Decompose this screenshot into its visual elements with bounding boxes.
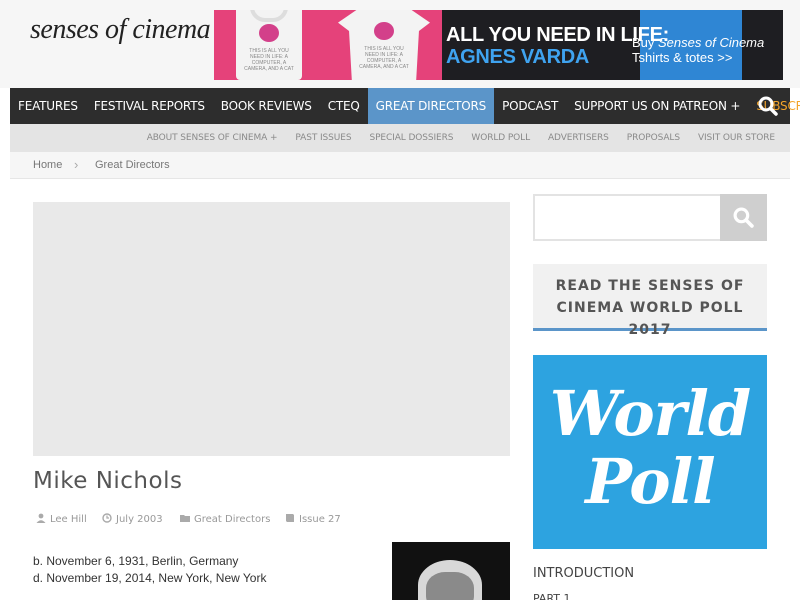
user-icon <box>36 513 46 523</box>
subnav-item-past-issues[interactable]: PAST ISSUES <box>286 124 360 152</box>
shirt-print-text: THIS IS ALL YOU NEED IN LIFE: A COMPUTER… <box>359 46 409 70</box>
subnav-item-proposals[interactable]: PROPOSALS <box>618 124 689 152</box>
world-poll-word1: World <box>549 377 752 450</box>
subnav-item-special-dossiers[interactable]: SPECIAL DOSSIERS <box>360 124 462 152</box>
banner-buy-line2: Tshirts & totes >> <box>632 50 733 65</box>
breadcrumb: Home › Great Directors <box>10 152 790 179</box>
search-icon <box>733 207 754 228</box>
banner-buy-cta[interactable]: Buy Senses of Cinema Tshirts & totes >> <box>632 35 764 65</box>
tote-print-text: THIS IS ALL YOU NEED IN LIFE: A COMPUTER… <box>244 48 294 72</box>
subnav-item-advertisers[interactable]: ADVERTISERS <box>539 124 618 152</box>
nav-item-festival-reports[interactable]: FESTIVAL REPORTS <box>86 88 213 124</box>
banner-buy-prefix: Buy <box>632 35 659 50</box>
clock-icon <box>102 513 112 523</box>
promo-line1: READ THE SENSES OF <box>555 278 745 294</box>
meta-date: July 2003 <box>102 513 163 525</box>
nav-item-cteq[interactable]: CTEQ <box>320 88 368 124</box>
banner-buy-brand: Senses of Cinema <box>658 35 765 50</box>
bio-death: d. November 19, 2014, New York, New York <box>33 571 267 585</box>
subnav-item-about[interactable]: ABOUT SENSES OF CINEMA + <box>138 124 287 152</box>
secondary-nav: ABOUT SENSES OF CINEMA + PAST ISSUES SPE… <box>10 124 790 152</box>
nav-item-features[interactable]: FEATURES <box>10 88 86 124</box>
sidebar-introduction-link[interactable]: INTRODUCTION <box>533 566 634 581</box>
article-title: Mike Nichols <box>33 468 183 494</box>
director-bio: b. November 6, 1931, Berlin, Germany d. … <box>33 553 266 587</box>
subnav-item-store[interactable]: VISIT OUR STORE <box>689 124 784 152</box>
book-icon <box>286 514 294 522</box>
tote-face-print <box>259 24 279 42</box>
sidebar-part1-link[interactable]: PART 1 <box>533 592 571 600</box>
nav-item-book-reviews[interactable]: BOOK REVIEWS <box>213 88 320 124</box>
meta-author[interactable]: Lee Hill <box>36 513 87 525</box>
header: senses of cinema THIS IS ALL YOU NEED IN… <box>0 0 800 88</box>
world-poll-word2: Poll <box>585 445 715 518</box>
world-poll-graphic[interactable]: World Poll <box>533 355 767 549</box>
promo-line2: CINEMA WORLD POLL 2017 <box>556 300 744 338</box>
meta-author-name: Lee Hill <box>50 514 87 525</box>
breadcrumb-current[interactable]: Great Directors <box>95 152 170 178</box>
nav-item-patreon[interactable]: SUPPORT US ON PATREON + <box>566 88 748 124</box>
folder-icon <box>180 515 190 522</box>
meta-category-text: Great Directors <box>194 514 271 525</box>
sidebar-search-button[interactable] <box>720 194 767 241</box>
subnav-item-world-poll[interactable]: WORLD POLL <box>462 124 539 152</box>
nav-item-great-directors[interactable]: GREAT DIRECTORS <box>367 88 495 124</box>
meta-issue[interactable]: Issue 27 <box>285 513 341 525</box>
search-icon[interactable] <box>758 96 778 116</box>
bio-birth: b. November 6, 1931, Berlin, Germany <box>33 554 239 568</box>
tote-bag-image: THIS IS ALL YOU NEED IN LIFE: A COMPUTER… <box>236 10 302 80</box>
breadcrumb-home[interactable]: Home <box>33 152 62 178</box>
shirt-face-print <box>374 22 394 40</box>
nav-item-podcast[interactable]: PODCAST <box>494 88 566 124</box>
meta-issue-text: Issue 27 <box>299 514 341 525</box>
sidebar-search-input[interactable] <box>535 196 719 239</box>
tote-handle <box>250 10 288 22</box>
meta-date-text: July 2003 <box>116 514 163 525</box>
chevron-right-icon: › <box>74 157 79 172</box>
tshirt-image: THIS IS ALL YOU NEED IN LIFE: A COMPUTER… <box>338 10 430 80</box>
feature-image-placeholder <box>33 202 510 456</box>
merch-banner-ad[interactable]: THIS IS ALL YOU NEED IN LIFE: A COMPUTER… <box>214 10 783 80</box>
director-portrait <box>392 542 510 600</box>
portrait-face <box>426 572 474 600</box>
meta-category[interactable]: Great Directors <box>180 513 270 525</box>
sidebar-search <box>533 194 767 241</box>
world-poll-promo-link[interactable]: READ THE SENSES OF CINEMA WORLD POLL 201… <box>533 264 767 338</box>
site-logo[interactable]: senses of cinema <box>30 14 211 46</box>
main-nav: FEATURES FESTIVAL REPORTS BOOK REVIEWS C… <box>10 88 800 124</box>
